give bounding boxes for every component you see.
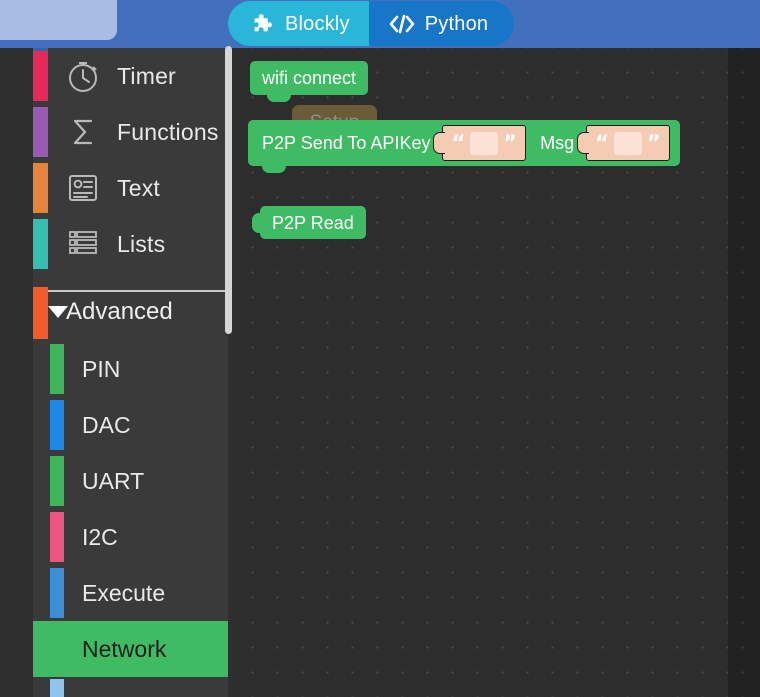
sidebar-item-network[interactable]: Network <box>33 621 228 677</box>
toolbox-section-label: Advanced <box>66 298 173 325</box>
sidebar-item-label: DAC <box>82 411 131 438</box>
header-left-panel <box>0 0 117 40</box>
toolbox-panel[interactable]: Timer Functions Text Lists Advanced PIN … <box>33 48 228 697</box>
text-field[interactable] <box>613 131 642 155</box>
sidebar-item-partial-bottom[interactable] <box>33 677 228 697</box>
string-input-apikey[interactable]: “ ” <box>442 125 527 161</box>
string-input-msg[interactable]: “ ” <box>586 125 670 161</box>
tab-blockly[interactable]: Blockly <box>228 1 369 46</box>
color-chip <box>33 219 48 269</box>
sidebar-item-label: Network <box>82 635 167 662</box>
clock-icon <box>62 55 104 97</box>
toolbox-item-label: Text <box>117 174 160 201</box>
color-chip <box>33 51 48 101</box>
color-chip <box>50 568 64 618</box>
color-chip <box>50 679 64 697</box>
sidebar-item-label: UART <box>82 467 145 494</box>
toolbox-item-functions[interactable]: Functions <box>33 104 228 160</box>
open-quote: “ <box>451 130 466 155</box>
sidebar-item-execute[interactable]: Execute <box>33 565 228 621</box>
sidebar-item-label: Execute <box>82 579 166 606</box>
color-chip <box>33 287 48 339</box>
blockly-workspace[interactable]: wifi connect Setup P2P Send To APIKey “ … <box>232 48 728 697</box>
block-sublabel-msg: Msg <box>540 132 575 153</box>
text-field[interactable] <box>470 131 499 155</box>
block-body[interactable]: wifi connect <box>250 61 369 102</box>
toolbox-section-advanced[interactable]: Advanced <box>33 283 228 341</box>
toolbox-item-label: Timer <box>117 62 176 89</box>
sidebar-item-label: PIN <box>82 355 121 382</box>
block-notch <box>262 164 286 173</box>
top-header-bar: Blockly Python <box>0 0 760 48</box>
block-notch <box>267 93 291 102</box>
color-chip <box>50 512 64 562</box>
tab-python[interactable]: Python <box>368 1 515 46</box>
tab-python-label: Python <box>424 12 489 35</box>
sigma-icon <box>62 111 104 153</box>
block-p2p-read[interactable]: P2P Read <box>252 206 366 239</box>
sidebar-item-uart[interactable]: UART <box>33 453 228 509</box>
block-label: P2P Send To APIKey <box>262 133 431 153</box>
sidebar-item-label: I2C <box>82 523 118 550</box>
close-quote: ” <box>503 130 518 155</box>
list-icon <box>62 223 104 265</box>
block-label: wifi connect <box>262 68 357 88</box>
color-chip <box>33 107 48 157</box>
toolbox-item-lists[interactable]: Lists <box>33 216 228 272</box>
color-chip <box>50 400 64 450</box>
caret-down-icon <box>48 306 68 318</box>
workspace-right-strip <box>728 48 760 697</box>
toolbox-item-text[interactable]: Text <box>33 160 228 216</box>
text-card-icon <box>62 167 104 209</box>
block-body[interactable]: P2P Send To APIKey “ ” Msg “ ” <box>248 120 680 173</box>
left-gutter <box>0 48 33 697</box>
block-p2p-send[interactable]: P2P Send To APIKey “ ” Msg “ ” <box>248 120 680 173</box>
sidebar-item-pin[interactable]: PIN <box>33 341 228 397</box>
block-label: P2P Read <box>272 212 354 233</box>
app-root: Blockly Python Timer Functions Text List… <box>0 0 760 697</box>
sidebar-item-dac[interactable]: DAC <box>33 397 228 453</box>
color-chip <box>33 163 48 213</box>
close-quote: ” <box>646 130 661 155</box>
toolbox-scrollbar[interactable] <box>225 46 232 334</box>
block-output-plug <box>252 212 262 233</box>
mode-tabs: Blockly Python <box>228 1 515 46</box>
open-quote: “ <box>595 130 609 155</box>
block-body[interactable]: P2P Read <box>252 206 366 239</box>
block-wifi-connect[interactable]: wifi connect <box>250 61 369 102</box>
puzzle-piece-icon <box>252 12 276 36</box>
color-chip <box>50 456 64 506</box>
sidebar-item-i2c[interactable]: I2C <box>33 509 228 565</box>
toolbox-item-timer[interactable]: Timer <box>33 48 228 104</box>
code-brackets-icon <box>388 13 416 35</box>
tab-blockly-label: Blockly <box>285 12 350 35</box>
toolbox-item-label: Lists <box>117 230 166 257</box>
toolbox-item-label: Functions <box>117 118 219 145</box>
color-chip <box>50 344 64 394</box>
